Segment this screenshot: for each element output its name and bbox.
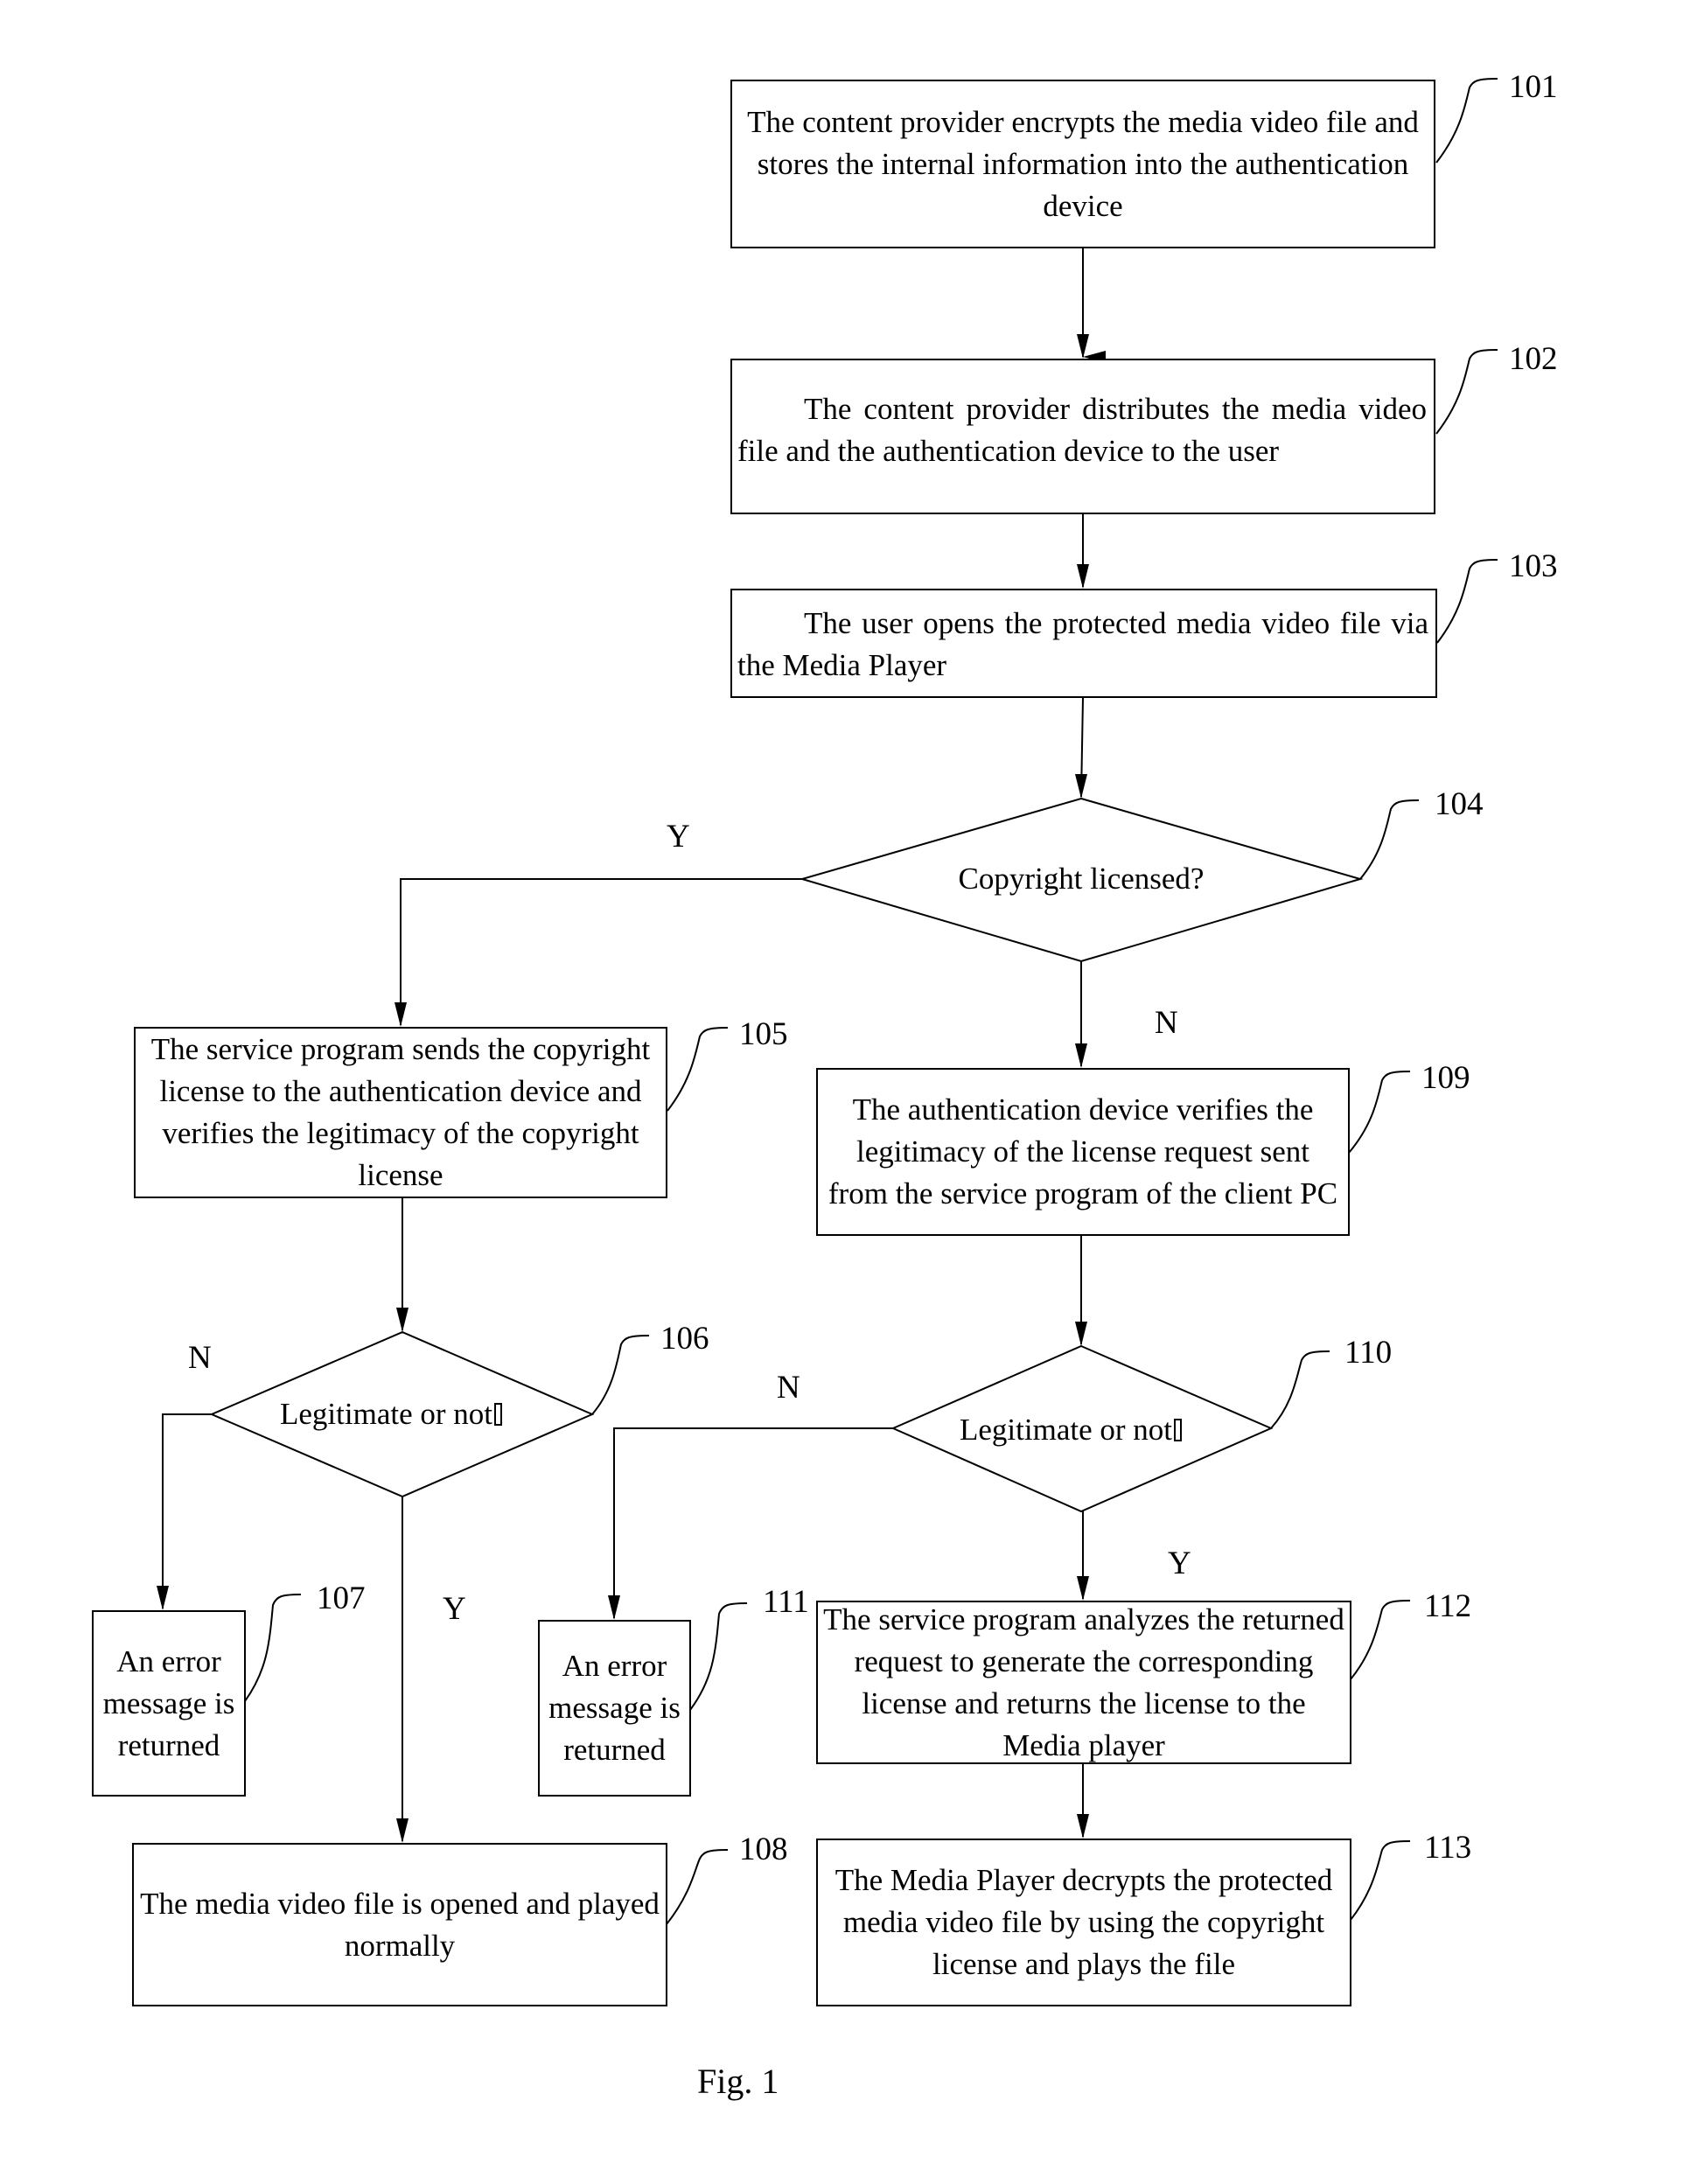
ref-103: 103	[1509, 548, 1558, 584]
leader-110	[1270, 1350, 1330, 1429]
step-111-text: An error message is returned	[548, 1649, 681, 1767]
decision-104-text: Copyright licensed?	[958, 862, 1205, 896]
ref-104: 104	[1435, 786, 1484, 822]
arrowhead-102	[1077, 334, 1089, 359]
decision-106-label: Legitimate or not	[280, 1397, 502, 1432]
decision-104-label: Copyright licensed?	[959, 862, 1205, 897]
ref-110: 110	[1344, 1335, 1393, 1371]
leader-112	[1350, 1600, 1411, 1680]
step-103-text: The user opens the protected media video…	[737, 606, 1428, 682]
step-111-box: An error message is returned	[538, 1620, 691, 1797]
ref-109: 109	[1421, 1060, 1470, 1096]
step-107-box: An error message is returned	[92, 1610, 246, 1797]
leader-111	[689, 1602, 748, 1711]
branch-104-yes-label: Y	[667, 819, 690, 855]
decision-106-text: Legitimate or not	[280, 1397, 492, 1431]
branch-104-no-label: N	[1155, 1005, 1178, 1041]
decision-110-label: Legitimate or not	[960, 1413, 1182, 1448]
arrowhead-111	[608, 1595, 620, 1620]
step-112-box: The service program analyzes the returne…	[816, 1601, 1351, 1764]
arrow-104-yes-to-105	[400, 878, 802, 1025]
ref-101: 101	[1509, 69, 1558, 105]
branch-106-yes-label: Y	[443, 1591, 466, 1627]
step-105-text: The service program sends the copyright …	[150, 1032, 651, 1192]
ref-108: 108	[739, 1832, 788, 1867]
arrowhead-104	[1075, 774, 1087, 799]
arrow-106-no-to-107	[162, 1413, 212, 1608]
arrowhead-113	[1077, 1814, 1089, 1839]
arrowhead-112	[1077, 1576, 1089, 1601]
branch-110-yes-label: Y	[1168, 1546, 1191, 1581]
ref-107: 107	[317, 1580, 366, 1616]
leader-104	[1359, 799, 1420, 880]
ref-105: 105	[739, 1016, 788, 1052]
step-108-box: The media video file is opened and playe…	[132, 1843, 667, 2006]
step-112-text: The service program analyzes the returne…	[823, 1601, 1344, 1762]
step-109-text: The authentication device verifies the l…	[828, 1092, 1338, 1211]
arrowhead-110	[1075, 1322, 1087, 1346]
leader-106	[591, 1335, 650, 1415]
ref-106: 106	[660, 1321, 709, 1357]
arrowhead-108	[396, 1818, 409, 1843]
step-102-box: The content provider distributes the med…	[730, 359, 1435, 514]
leader-105	[667, 1027, 729, 1112]
missing-glyph-icon	[493, 1403, 502, 1426]
step-103-box: The user opens the protected media video…	[730, 589, 1437, 698]
step-109-box: The authentication device verifies the l…	[816, 1068, 1350, 1236]
step-105-box: The service program sends the copyright …	[134, 1027, 667, 1198]
ref-102: 102	[1509, 341, 1558, 377]
leader-102	[1435, 349, 1498, 435]
decision-110-text: Legitimate or not	[960, 1413, 1172, 1447]
step-107-text: An error message is returned	[102, 1643, 235, 1762]
arrow-110-no-to-111	[613, 1427, 893, 1618]
step-102-text: The content provider distributes the med…	[737, 392, 1427, 468]
arrowhead-105	[395, 1002, 407, 1027]
step-108-text: The media video file is opened and playe…	[140, 1886, 660, 1963]
branch-110-no-label: N	[777, 1370, 800, 1406]
figure-caption: Fig. 1	[697, 2062, 779, 2101]
step-101-box: The content provider encrypts the media …	[730, 80, 1435, 248]
arrowhead-109	[1075, 1043, 1087, 1068]
ref-112: 112	[1424, 1588, 1472, 1624]
arrowhead-107	[157, 1586, 169, 1610]
leader-103	[1436, 559, 1498, 644]
step-113-text: The Media Player decrypts the protected …	[835, 1863, 1333, 1981]
arrowhead-103	[1077, 564, 1089, 589]
ref-111: 111	[763, 1584, 809, 1620]
step-101-text: The content provider encrypts the media …	[747, 104, 1419, 223]
leader-107	[244, 1594, 302, 1702]
arrowhead-106	[396, 1308, 409, 1332]
branch-106-no-label: N	[188, 1340, 212, 1376]
leader-113	[1350, 1840, 1411, 1921]
missing-glyph-icon	[1173, 1419, 1182, 1441]
ref-113: 113	[1424, 1830, 1472, 1866]
step-113-box: The Media Player decrypts the protected …	[816, 1839, 1351, 2006]
leader-109	[1348, 1071, 1411, 1154]
leader-101	[1435, 78, 1498, 164]
leader-108	[666, 1849, 729, 1925]
